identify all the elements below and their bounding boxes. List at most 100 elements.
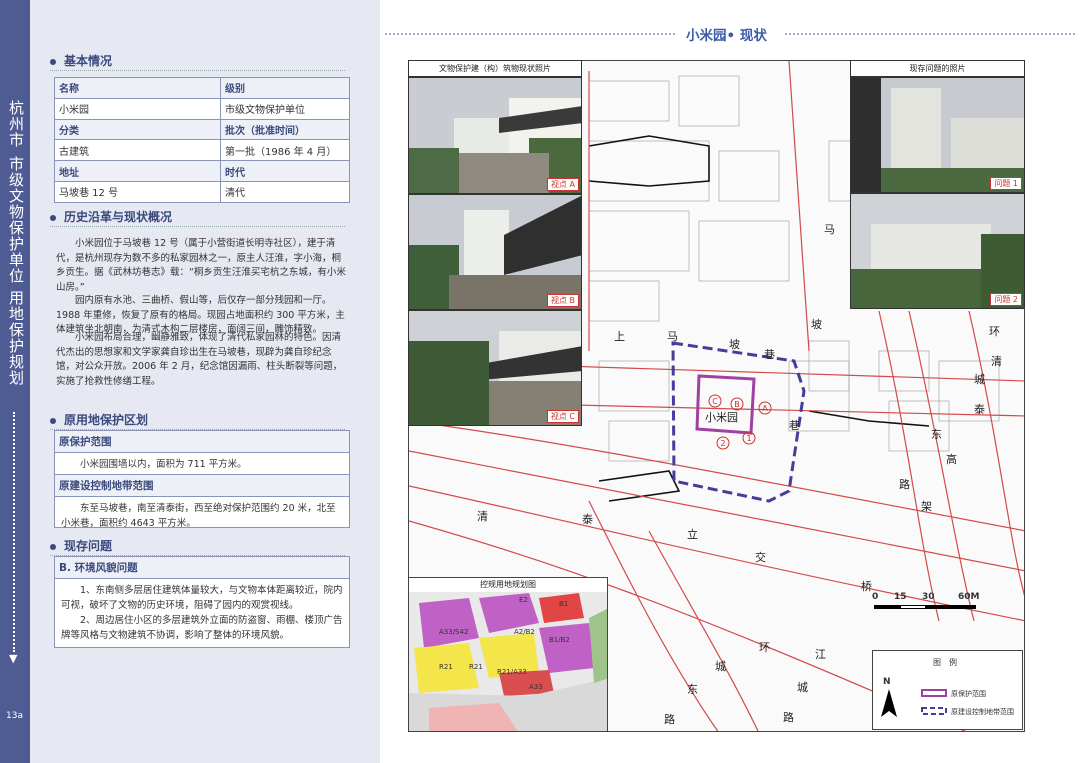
legend: 图 例 N 原保护范围 原建设控制地带范围	[872, 650, 1023, 730]
street-char: 东	[687, 683, 698, 696]
control-plan-title: 控规用地规划图	[409, 578, 607, 592]
bullet-icon	[50, 543, 56, 550]
cell-name-value: 小米园	[54, 97, 221, 120]
orig-protection-body: 小米园围墙以内，面积为 711 平方米。	[80, 459, 247, 470]
issues-box: B. 环境风貌问题 1、东南侧多层居住建筑体量较大，与文物本体距离较近，院内可视…	[54, 556, 350, 648]
section-issues-title: 现存问题	[64, 539, 113, 553]
title-dots-right	[785, 33, 1075, 35]
sidebar-plan: 用地保护规划	[7, 290, 25, 386]
page-number: 13a	[6, 711, 23, 721]
history-paragraph-1: 小米园位于马坡巷 12 号（属于小营街道长明寺社区），建于清代，是杭州现存为数不…	[56, 238, 346, 293]
street-char: 巷	[789, 419, 800, 432]
cell-address-value: 马坡巷 12 号	[54, 180, 221, 203]
street-char: 坡	[811, 318, 822, 331]
scale-segment	[874, 605, 900, 609]
scale-label: 0	[872, 592, 879, 602]
street-char: 马	[824, 223, 835, 236]
photo-view-c-image	[409, 311, 581, 425]
street-char: 路	[899, 478, 910, 491]
orig-protection-header: 原保护范围	[55, 431, 349, 453]
photos-left-header: 文物保护建（构）筑物现状照片	[408, 60, 582, 77]
marker-a: A	[762, 404, 768, 413]
street-char: 马	[667, 330, 678, 343]
zone-label: A33	[529, 683, 543, 691]
legend-title: 图 例	[933, 658, 957, 667]
zone-label: R21/A33	[497, 668, 527, 676]
photo-problem-2: 问题 2	[850, 193, 1025, 309]
north-arrow-icon: N	[883, 677, 891, 687]
issues-body-1: 1、东南侧多层居住建筑体量较大，与文物本体距离较近，院内可视，破坏了文物的历史环…	[61, 585, 343, 611]
street-char: 上	[614, 330, 625, 343]
section-divider	[50, 70, 345, 71]
cell-address-label: 地址	[54, 160, 221, 182]
ctrl-zone-body: 东至马坡巷，南至清泰街，西至绝对保护范围约 20 米，北至小米巷，面积约 464…	[61, 503, 336, 529]
sidebar-city: 杭州市	[7, 100, 25, 148]
section-issues: 现存问题	[50, 537, 345, 556]
street-char: 城	[974, 373, 985, 386]
legend-item-protect: 原保护范围	[951, 690, 986, 698]
legend-protect-swatch	[921, 689, 947, 697]
cell-name-label: 名称	[54, 77, 221, 99]
scale-label: 30	[922, 592, 935, 602]
cell-era-value: 清代	[220, 180, 350, 203]
problem-2-caption: 问题 2	[990, 293, 1022, 306]
photo-problem-1-image	[851, 78, 1024, 192]
cell-era-label: 时代	[220, 160, 350, 182]
street-char: 立	[687, 528, 698, 541]
down-arrow-icon: ▼	[9, 652, 18, 665]
control-zone-outline	[671, 341, 806, 503]
photo-view-b: 视点 B	[408, 194, 582, 310]
marker-2: 2	[720, 439, 725, 448]
zone-label: E2	[519, 596, 528, 604]
cell-level-label: 级别	[220, 77, 350, 99]
section-history: 历史沿革与现状概况	[50, 208, 345, 227]
marker-1: 1	[746, 434, 751, 443]
street-char: 环	[989, 325, 1000, 338]
view-a-caption: 视点 A	[546, 178, 579, 191]
marker-b: B	[734, 400, 740, 409]
cell-class-label: 分类	[54, 118, 221, 141]
street-char: 江	[815, 648, 826, 661]
section-divider	[50, 226, 345, 227]
title-dots-left	[385, 33, 675, 35]
street-char: 环	[759, 641, 770, 654]
page-title: 小米园• 现状	[686, 28, 767, 44]
orig-protection-box: 原保护范围 小米园围墙以内，面积为 711 平方米。	[54, 430, 350, 475]
zone-label: R21	[469, 663, 483, 671]
history-paragraph-3: 小米园布局合理，幽静雅致，体现了清代私家园林的特色。因清代杰出的思想家和文学家龚…	[56, 332, 343, 387]
street-char: 清	[477, 510, 488, 523]
sidebar-category: 市级文物保护单位	[7, 156, 25, 284]
street-char: 东	[931, 428, 942, 441]
photos-right-header: 现存问题的照片	[850, 60, 1025, 77]
zone-label: B1/B2	[549, 636, 570, 644]
legend-control-swatch	[921, 707, 947, 715]
sidebar-dotted-line	[13, 412, 15, 652]
street-char: 泰	[582, 513, 593, 526]
north-arrow-shape	[881, 689, 897, 717]
marker-c: C	[712, 397, 718, 406]
section-protection: 原用地保护区划	[50, 411, 345, 430]
photo-problem-2-image	[851, 194, 1024, 308]
bullet-icon	[50, 214, 56, 221]
zone-label: B1	[559, 600, 569, 608]
zone-label: A2/B2	[514, 628, 535, 636]
photo-view-a-image	[409, 78, 581, 193]
ctrl-zone-header: 原建设控制地带范围	[55, 475, 349, 497]
street-char: 架	[921, 500, 932, 513]
scale-segment	[926, 605, 976, 609]
street-char: 城	[715, 660, 726, 673]
bullet-icon	[50, 58, 56, 65]
legend-item-control: 原建设控制地带范围	[951, 708, 1014, 716]
scale-label: 60M	[958, 592, 980, 602]
photo-view-a: 视点 A	[408, 77, 582, 194]
street-char: 路	[664, 713, 675, 726]
photo-view-b-image	[409, 195, 581, 309]
control-plan-drawing	[409, 578, 607, 731]
section-protection-title: 原用地保护区划	[64, 413, 149, 427]
section-basic-title: 基本情况	[64, 54, 113, 68]
photo-view-c: 视点 C	[408, 310, 582, 426]
ctrl-zone-box: 原建设控制地带范围 东至马坡巷，南至清泰街，西至绝对保护范围约 20 米，北至小…	[54, 474, 350, 529]
street-char: 城	[797, 681, 808, 694]
street-char: 坡	[729, 338, 740, 351]
control-plan-inset: 控规用地规划图 A33/S42 E2 R21 A2/B2 R21 B1 R21/…	[408, 577, 608, 732]
